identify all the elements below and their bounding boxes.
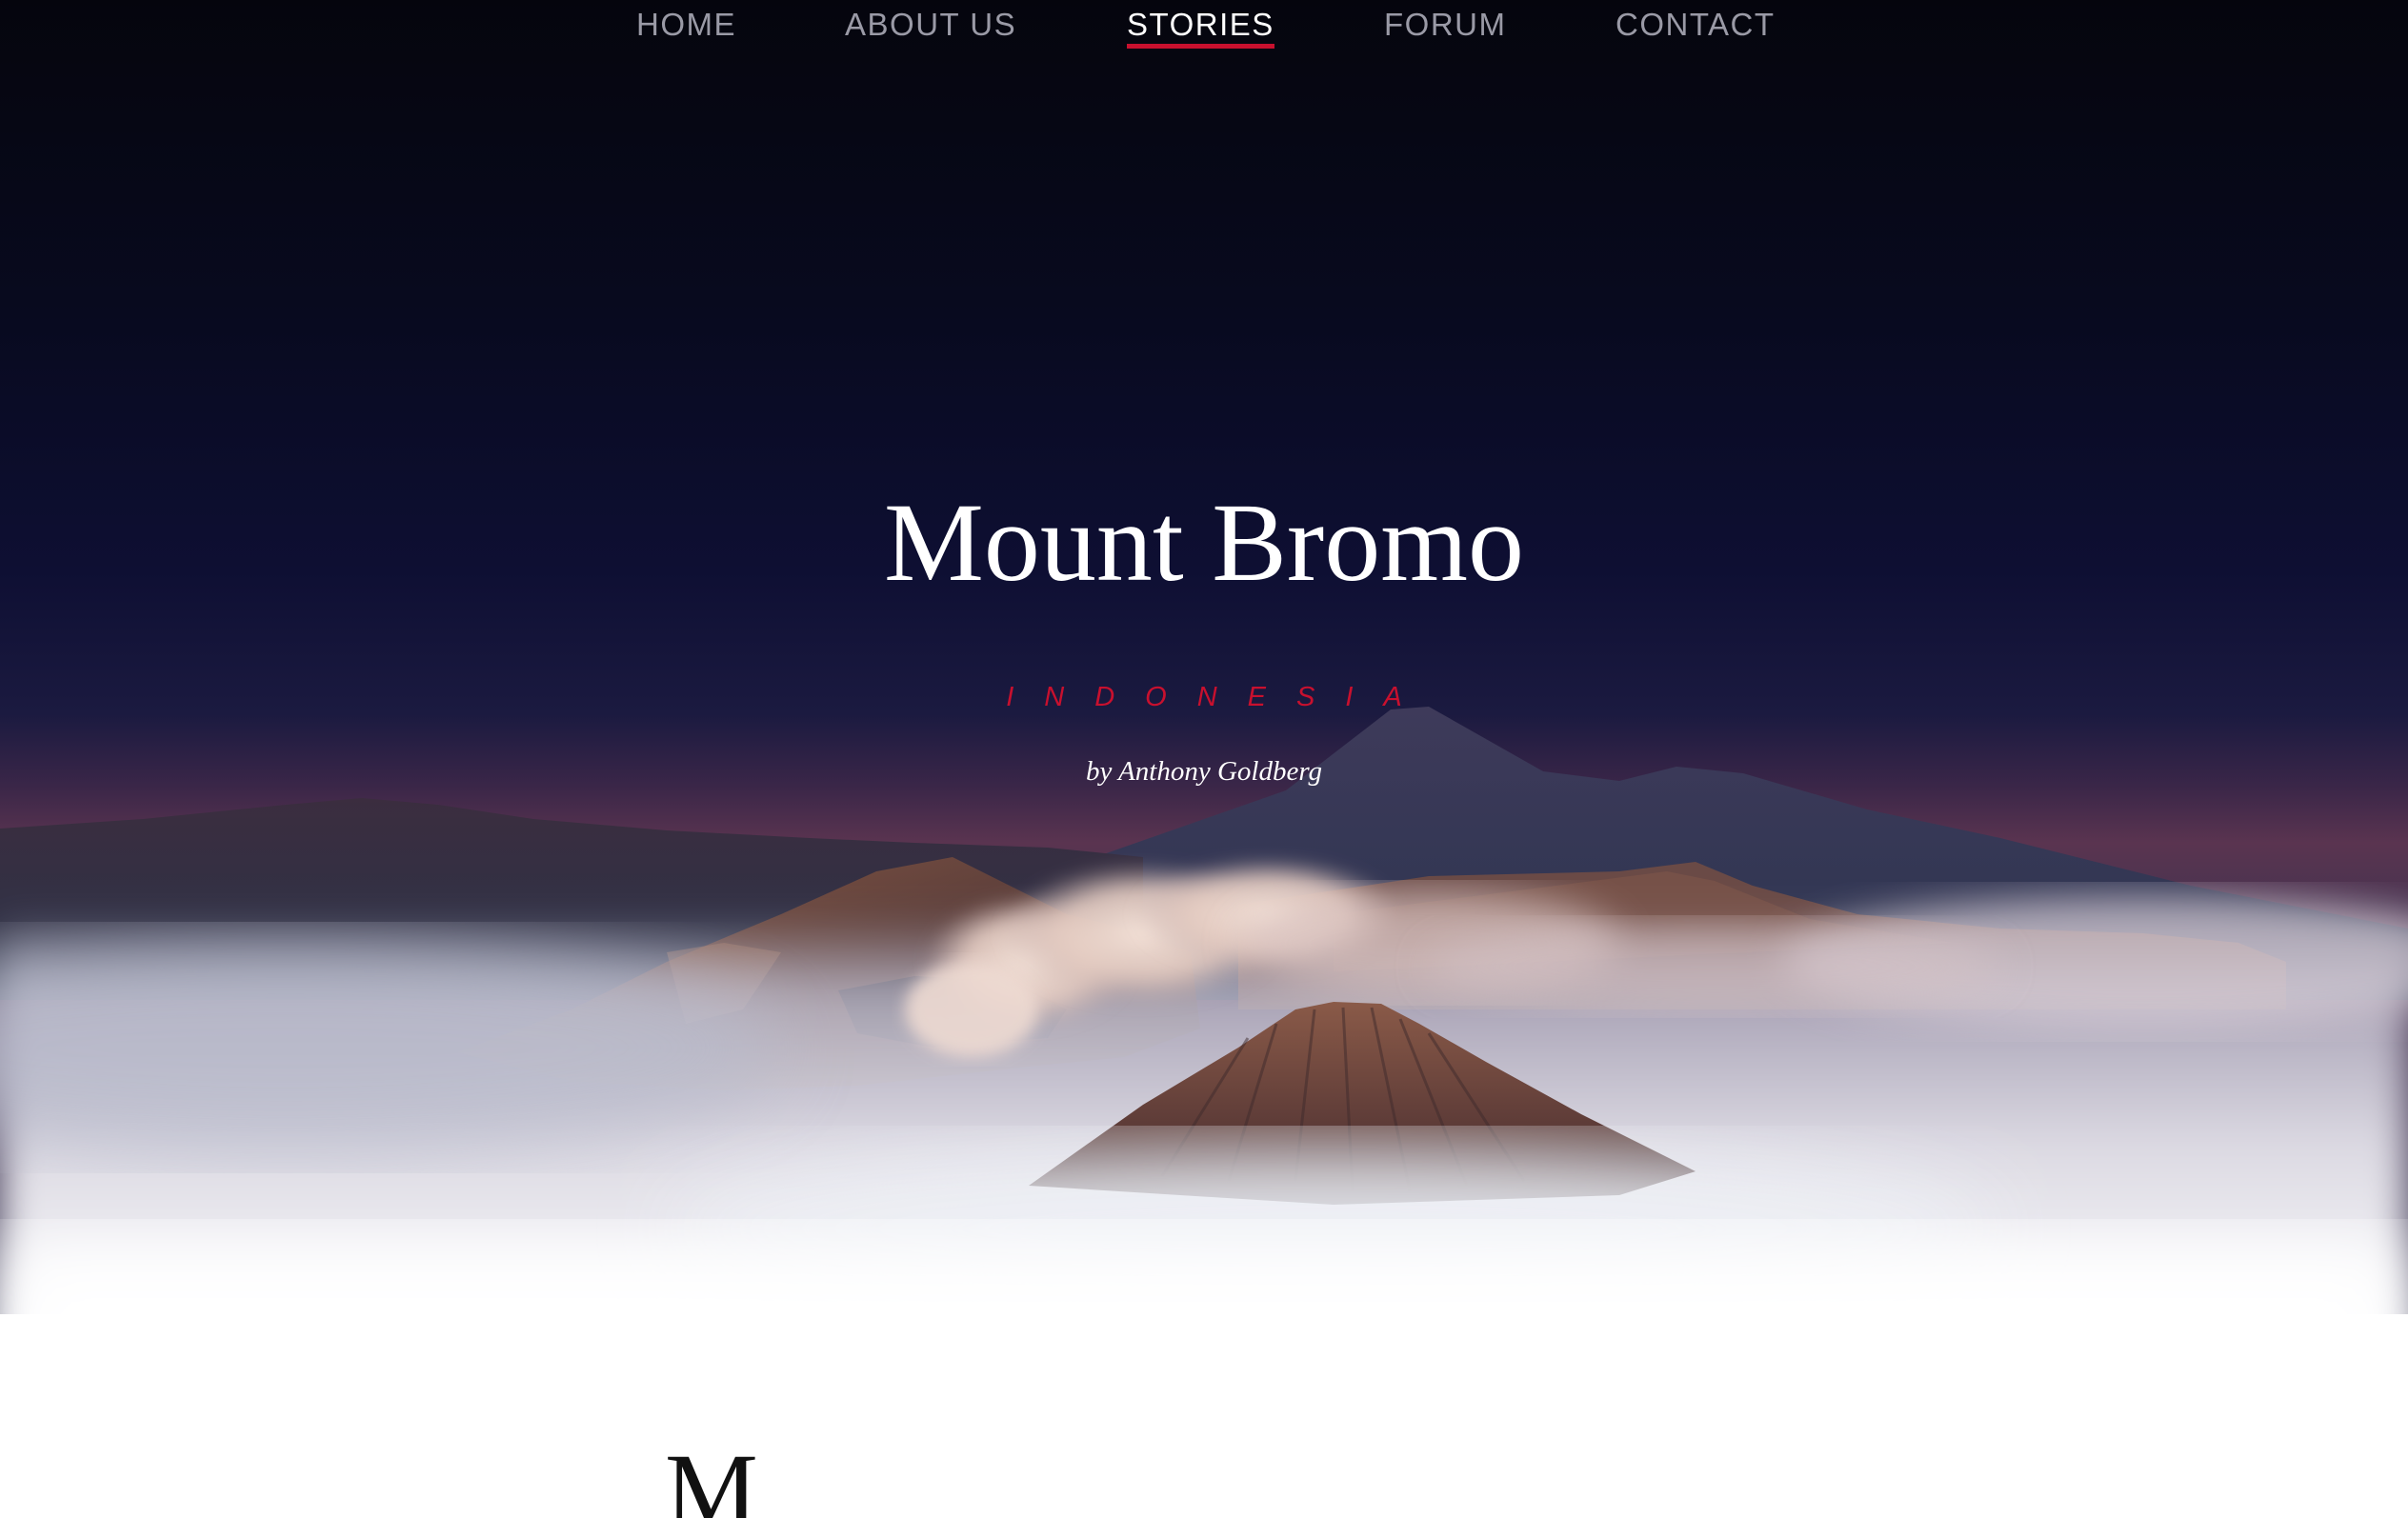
page: HOME ABOUT US STORIES FORUM CONTACT Moun… bbox=[0, 0, 2408, 1518]
author-byline: by Anthony Goldberg bbox=[1085, 756, 1323, 787]
top-navigation: HOME ABOUT US STORIES FORUM CONTACT bbox=[0, 0, 2408, 57]
page-title: Mount Bromo bbox=[884, 480, 1524, 605]
nav-item-home[interactable]: HOME bbox=[636, 6, 736, 44]
article-drop-cap: M bbox=[665, 1432, 758, 1518]
nav-item-forum[interactable]: FORUM bbox=[1384, 6, 1506, 44]
nav-item-contact[interactable]: CONTACT bbox=[1615, 6, 1776, 44]
nav-item-stories[interactable]: STORIES bbox=[1127, 6, 1274, 49]
location-subtitle: INDONESIA bbox=[1006, 682, 1433, 712]
active-nav-underline bbox=[1127, 44, 1274, 49]
nav-item-stories-label: STORIES bbox=[1127, 7, 1274, 42]
nav-item-about-us[interactable]: ABOUT US bbox=[845, 6, 1016, 44]
